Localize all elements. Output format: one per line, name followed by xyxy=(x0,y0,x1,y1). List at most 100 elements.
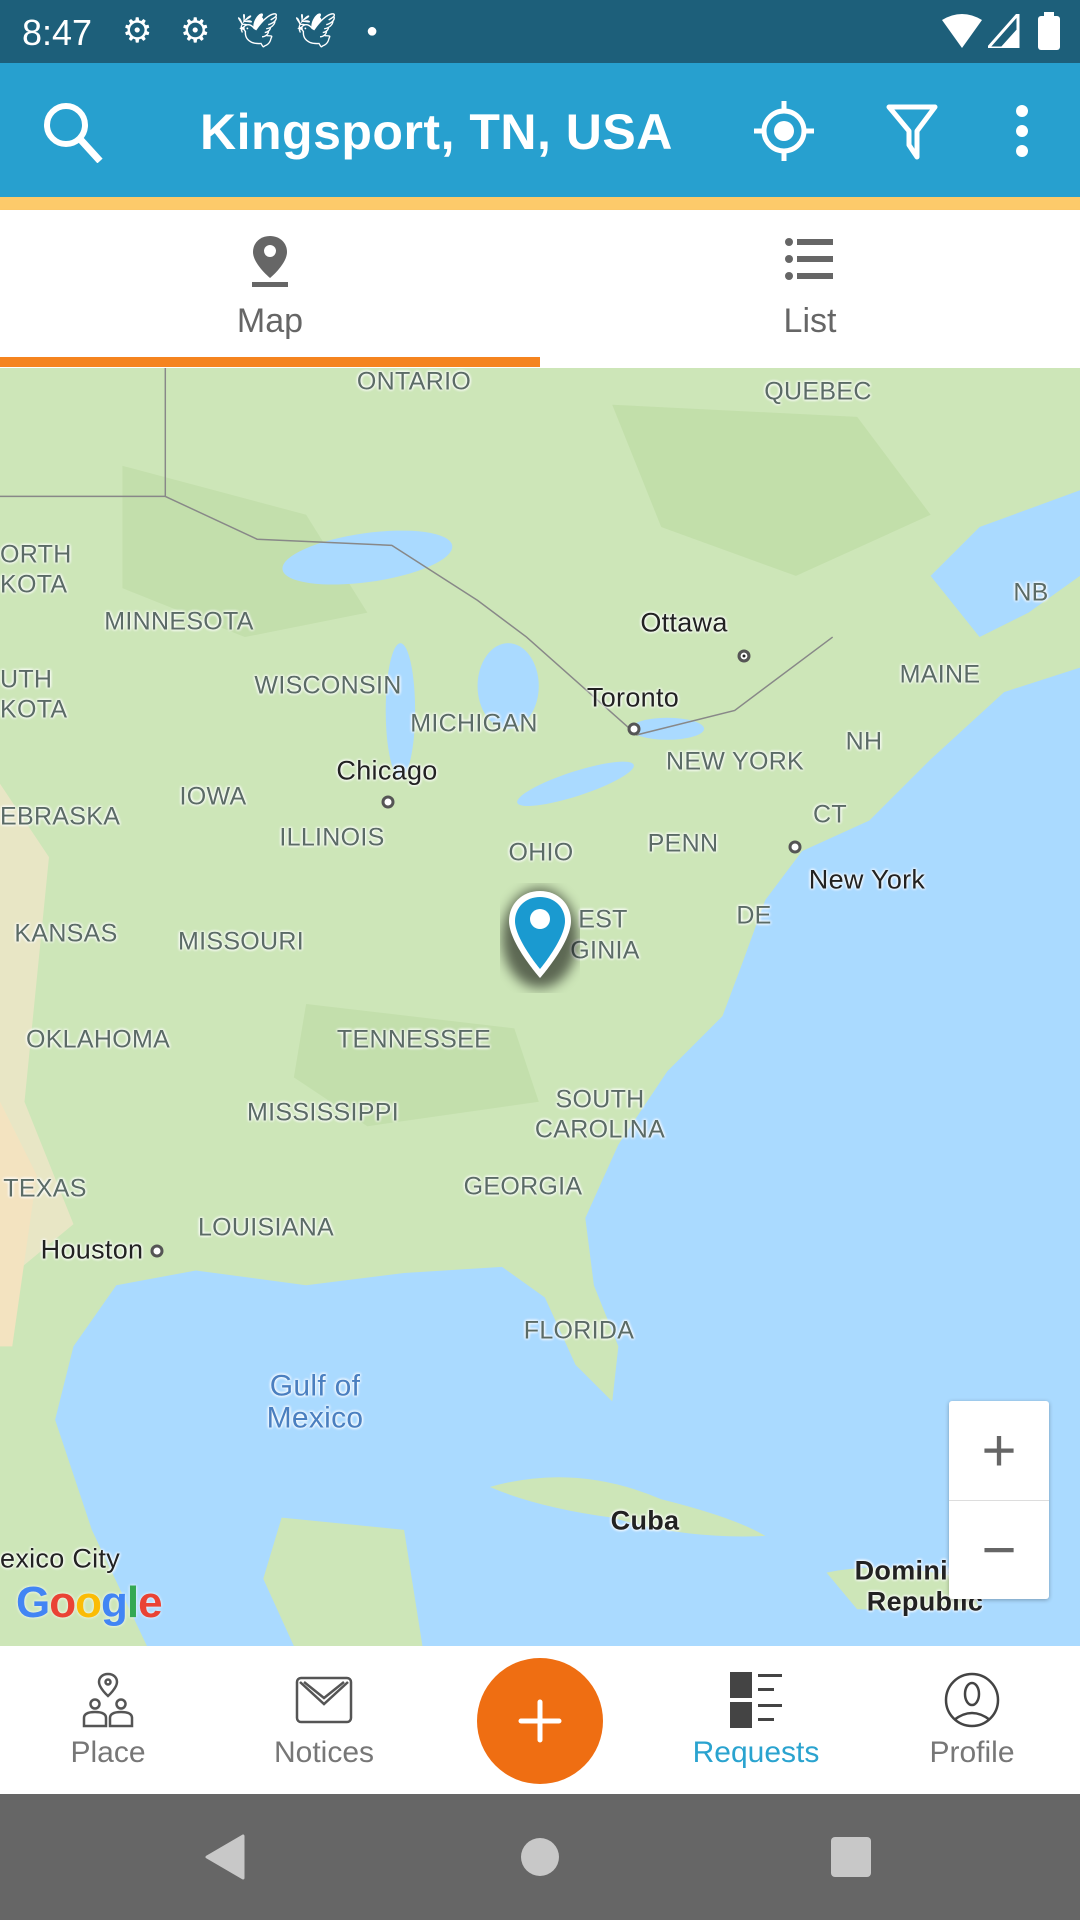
map-label: OHIO xyxy=(508,838,574,867)
nav-notices[interactable]: Notices xyxy=(216,1646,432,1794)
map-label: ILLINOIS xyxy=(279,823,385,852)
map-view[interactable]: ONTARIO QUEBEC ORTH KOTA MINNESOTA Ottaw… xyxy=(0,368,1080,1646)
tab-list[interactable]: List xyxy=(540,210,1080,368)
nav-profile-label: Profile xyxy=(929,1736,1015,1769)
map-label: TENNESSEE xyxy=(336,1025,492,1054)
city-marker xyxy=(627,722,641,736)
map-label: Gulf of xyxy=(269,1369,361,1403)
system-navigation-bar xyxy=(0,1794,1080,1920)
back-icon[interactable] xyxy=(205,1834,245,1880)
view-tabs: Map List xyxy=(0,210,1080,368)
search-button[interactable] xyxy=(34,93,110,169)
dot-icon: ● xyxy=(366,20,379,42)
map-label: exico City xyxy=(0,1543,121,1574)
map-label: LOUISIANA xyxy=(197,1213,335,1242)
map-label: GINIA xyxy=(570,936,640,965)
home-icon[interactable] xyxy=(520,1834,560,1880)
map-label: New York xyxy=(808,864,926,895)
map-label: NEW YORK xyxy=(665,747,805,776)
city-marker xyxy=(381,795,395,809)
nav-notices-label: Notices xyxy=(273,1736,375,1769)
list-icon xyxy=(785,238,833,280)
status-time: 8:47 xyxy=(22,12,93,53)
city-marker xyxy=(150,1244,164,1258)
recents-icon[interactable] xyxy=(830,1834,872,1880)
my-location-icon xyxy=(754,101,814,161)
filter-icon xyxy=(886,104,938,160)
tab-list-label: List xyxy=(783,302,837,340)
map-label: PENN xyxy=(647,829,719,858)
bird-icon: 🕊 xyxy=(294,12,338,50)
app-bar: Kingsport, TN, USA xyxy=(0,63,1080,197)
map-label: FLORIDA xyxy=(523,1316,635,1345)
map-label: Mexico xyxy=(266,1401,364,1435)
location-title[interactable]: Kingsport, TN, USA xyxy=(200,103,673,161)
map-base xyxy=(0,368,1080,1646)
plus-icon xyxy=(518,1699,562,1743)
map-label: TEXAS xyxy=(3,1174,87,1203)
gear-icon: ⚙ xyxy=(180,12,211,50)
map-label: Houston xyxy=(40,1234,144,1265)
map-label: MAINE xyxy=(899,660,981,689)
tab-indicator xyxy=(0,357,540,367)
nav-requests-label: Requests xyxy=(692,1736,820,1769)
filter-button[interactable] xyxy=(874,93,950,169)
location-marker-icon[interactable] xyxy=(500,883,580,993)
my-location-button[interactable] xyxy=(746,93,822,169)
gear-icon: ⚙ xyxy=(122,12,153,50)
map-label: NB xyxy=(1013,578,1049,607)
map-label: SOUTH xyxy=(555,1085,645,1114)
map-label: GEORGIA xyxy=(463,1172,583,1201)
profile-icon xyxy=(944,1672,1000,1728)
map-label: DE xyxy=(736,901,772,930)
google-logo: Google xyxy=(16,1578,163,1627)
search-icon xyxy=(44,103,103,163)
nav-place[interactable]: Place xyxy=(0,1646,216,1794)
zoom-out-button[interactable]: − xyxy=(949,1500,1049,1599)
nav-profile[interactable]: Profile xyxy=(864,1646,1080,1794)
map-label: CT xyxy=(813,800,847,829)
map-label: Cuba xyxy=(610,1505,680,1536)
map-label: CAROLINA xyxy=(534,1115,666,1144)
map-label: EBRASKA xyxy=(0,802,121,831)
add-request-button[interactable] xyxy=(477,1658,603,1784)
more-options-button[interactable] xyxy=(984,93,1060,169)
battery-icon xyxy=(1038,12,1060,50)
zoom-controls: + − xyxy=(949,1401,1049,1599)
zoom-in-button[interactable]: + xyxy=(949,1401,1049,1500)
map-label: NH xyxy=(845,727,883,756)
map-label: QUEBEC xyxy=(764,377,872,406)
map-label: Chicago xyxy=(336,755,438,786)
map-label: KANSAS xyxy=(14,919,118,948)
more-vert-icon xyxy=(1016,105,1028,157)
place-people-icon xyxy=(82,1672,134,1728)
map-label: Ottawa xyxy=(640,607,728,638)
city-marker xyxy=(788,840,802,854)
map-label: WISCONSIN xyxy=(254,671,402,700)
bottom-navigation: Place Notices Requests Profile xyxy=(0,1646,1080,1794)
map-label: MINNESOTA xyxy=(104,607,254,636)
nav-requests[interactable]: Requests xyxy=(648,1646,864,1794)
map-label: ORTH xyxy=(0,540,72,569)
bird-icon: 🕊 xyxy=(236,12,280,50)
accent-stripe xyxy=(0,197,1080,210)
map-label: KOTA xyxy=(0,695,68,724)
map-label: MICHIGAN xyxy=(410,709,538,738)
map-label: EST xyxy=(578,905,628,934)
status-bar: 8:47 ⚙ ⚙ 🕊 🕊 ● xyxy=(0,0,1080,63)
city-marker xyxy=(737,649,751,663)
map-label: OKLAHOMA xyxy=(25,1025,171,1054)
map-label: UTH xyxy=(0,665,53,694)
map-pin-icon xyxy=(252,236,288,287)
wifi-icon xyxy=(942,14,982,48)
map-label: MISSOURI xyxy=(177,927,305,956)
tab-map[interactable]: Map xyxy=(0,210,540,368)
map-label: ONTARIO xyxy=(356,368,472,396)
mail-icon xyxy=(295,1676,353,1724)
nav-place-label: Place xyxy=(70,1736,146,1769)
map-label: Toronto xyxy=(586,682,680,713)
map-label: MISSISSIPPI xyxy=(247,1098,399,1127)
map-label: IOWA xyxy=(179,782,247,811)
signal-icon xyxy=(988,14,1020,48)
requests-icon xyxy=(730,1672,782,1728)
